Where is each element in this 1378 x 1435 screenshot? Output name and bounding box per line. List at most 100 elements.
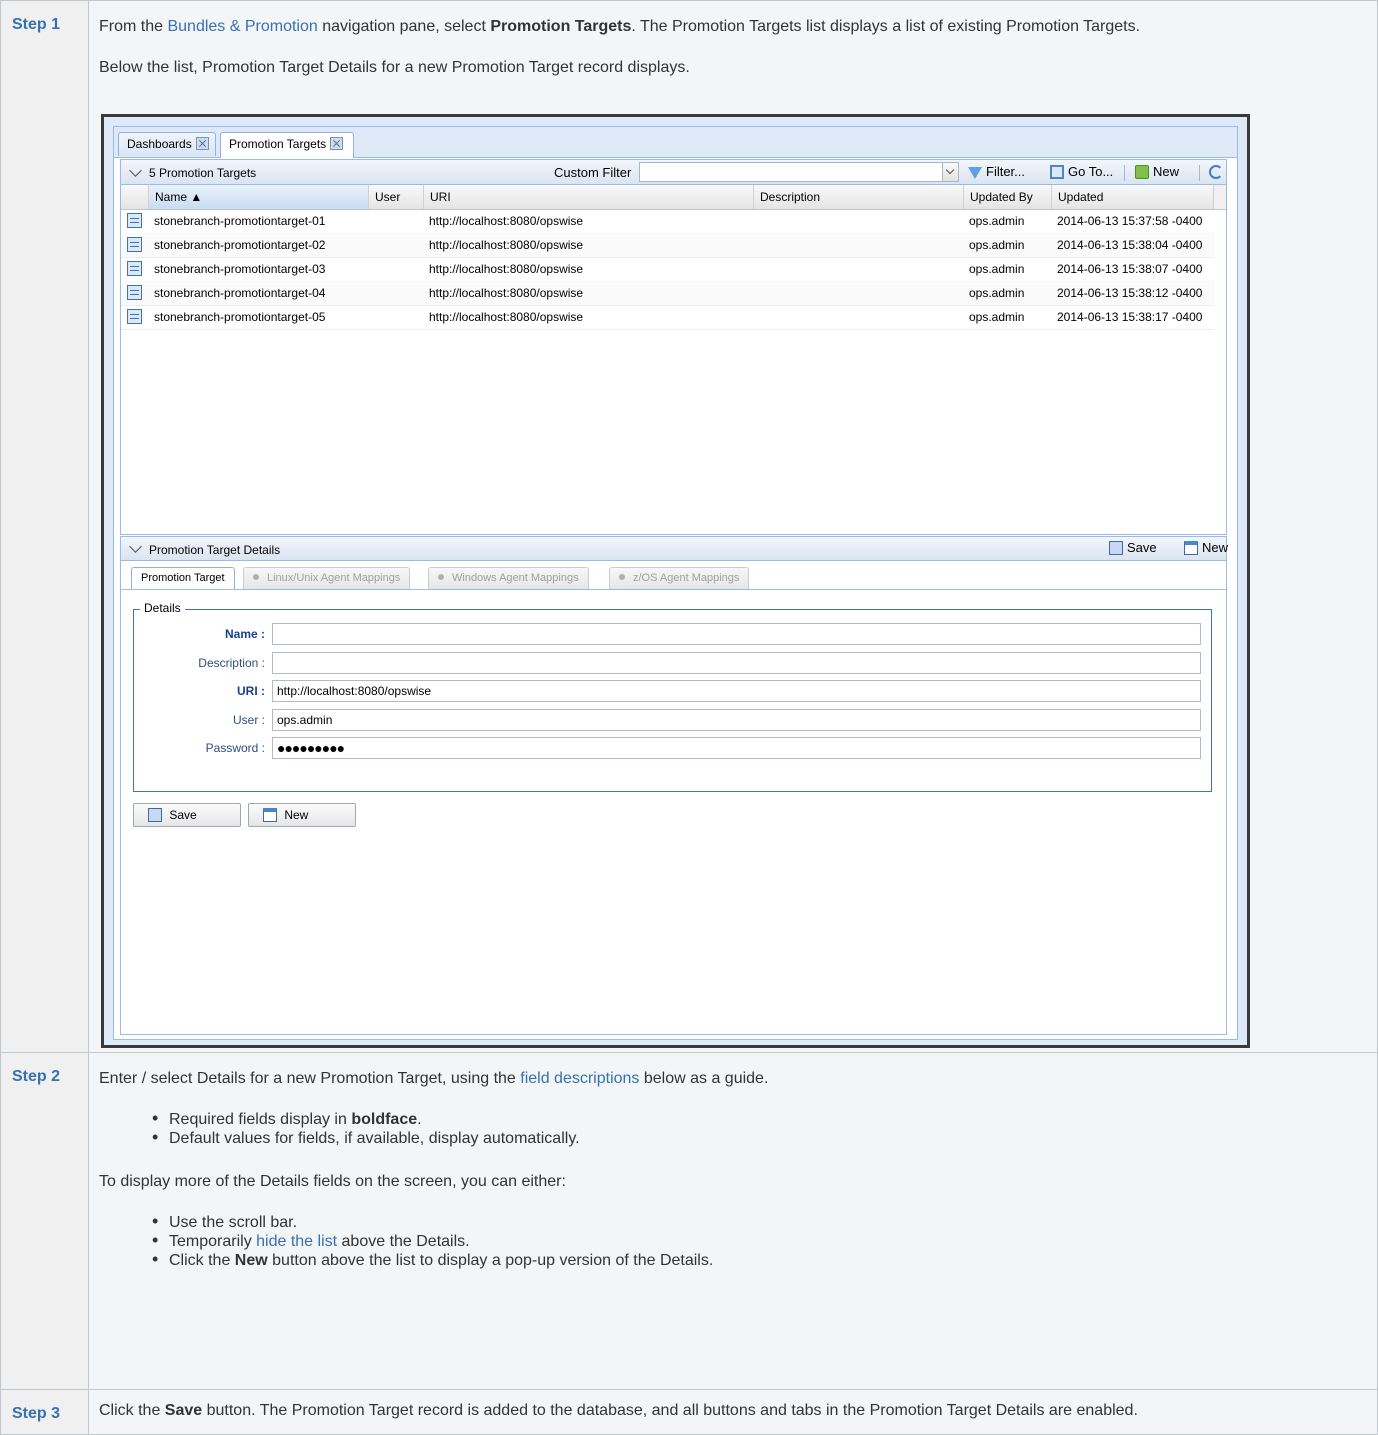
step-3-label: Step 3 <box>0 1389 89 1435</box>
tab-windows-agent-mappings[interactable]: Windows Agent Mappings <box>428 567 589 589</box>
new-window-icon <box>263 808 277 822</box>
filter-button[interactable]: Filter... <box>968 164 1025 179</box>
table-row[interactable]: stonebranch-promotiontarget-04 http://loc… <box>121 281 1214 306</box>
table-row[interactable]: stonebranch-promotiontarget-05 http://loc… <box>121 305 1214 330</box>
table-row[interactable]: stonebranch-promotiontarget-01 http://loc… <box>121 209 1214 234</box>
toolbar-separator <box>1199 165 1200 181</box>
details-new-button[interactable]: New <box>1184 540 1228 555</box>
cell-updated: 2014-06-13 15:37:58 -0400 <box>1057 214 1203 228</box>
step-1-note: Below the list, Promotion Target Details… <box>99 59 690 76</box>
user-field[interactable]: ops.admin <box>272 709 1201 731</box>
table-row[interactable]: stonebranch-promotiontarget-02 http://loc… <box>121 233 1214 258</box>
field-descriptions-link[interactable]: field descriptions <box>520 1070 639 1087</box>
cell-name: stonebranch-promotiontarget-02 <box>154 238 326 252</box>
name-field[interactable] <box>272 623 1201 645</box>
cell-uri: http://localhost:8080/opswise <box>429 262 584 276</box>
cell-updated: 2014-06-13 15:38:07 -0400 <box>1057 262 1203 276</box>
cell-uri: http://localhost:8080/opswise <box>429 214 584 228</box>
tab-linux-unix-agent-mappings[interactable]: Linux/Unix Agent Mappings <box>243 567 411 589</box>
filter-label: Filter... <box>986 164 1026 179</box>
save-button[interactable]: Save <box>133 803 241 827</box>
uri-field[interactable]: http://localhost:8080/opswise <box>272 680 1201 702</box>
step-1-text: From the Bundles & Promotion navigation … <box>99 18 1141 35</box>
cell-updated-by: ops.admin <box>969 238 1025 252</box>
sort-ascending-icon: ▲ <box>190 190 203 204</box>
step-1-label: Step 1 <box>0 0 89 1053</box>
record-icon <box>127 309 142 324</box>
new-label: New <box>284 808 309 822</box>
custom-filter-dropdown-button[interactable] <box>942 162 959 182</box>
step-3-body: Click the Save button. The Promotion Tar… <box>88 1389 1378 1435</box>
save-label: Save <box>169 808 197 822</box>
list-item: Temporarily hide the list above the Deta… <box>152 1231 1377 1251</box>
list-title: 5 Promotion Targets <box>149 166 257 180</box>
details-save-button[interactable]: Save <box>1109 540 1157 555</box>
new-label: New <box>1153 164 1180 179</box>
cell-name: stonebranch-promotiontarget-03 <box>154 262 326 276</box>
refresh-icon <box>1209 165 1223 179</box>
details-legend: Details <box>140 601 185 615</box>
record-icon <box>127 213 142 228</box>
new-icon <box>1135 165 1149 179</box>
custom-filter-select[interactable] <box>639 162 959 182</box>
collapse-chevron-icon[interactable] <box>129 164 142 177</box>
column-header-user[interactable]: User <box>368 185 423 209</box>
cell-updated-by: ops.admin <box>969 214 1025 228</box>
new-form-button[interactable]: New <box>248 803 356 827</box>
goto-icon <box>1050 165 1064 179</box>
list-item: Use the scroll bar. <box>152 1212 1377 1232</box>
tab-zos-agent-mappings[interactable]: z/OS Agent Mappings <box>609 567 750 589</box>
record-icon <box>127 237 142 252</box>
app-screenshot: Dashboards Promotion Targets 5 Promotion… <box>101 114 1250 1048</box>
hide-the-list-link[interactable]: hide the list <box>256 1233 337 1250</box>
tab-dashboards[interactable]: Dashboards <box>118 132 216 156</box>
promotion-targets-grid: Name ▲ User URI Description Updated By U… <box>120 185 1227 535</box>
list-item: Click the New button above the list to d… <box>152 1250 1377 1270</box>
save-icon <box>148 808 162 822</box>
new-window-icon <box>1184 541 1198 555</box>
status-dot-icon <box>438 574 444 580</box>
tab-label: Linux/Unix Agent Mappings <box>267 572 401 584</box>
tab-label: Dashboards <box>127 137 192 151</box>
password-field[interactable]: ●●●●●●●●● <box>272 737 1201 759</box>
description-field[interactable] <box>272 652 1201 674</box>
table-row[interactable]: stonebranch-promotiontarget-03 http://loc… <box>121 257 1214 282</box>
column-header-uri[interactable]: URI <box>423 185 753 209</box>
details-fieldset: Details Name : Description : URI : http:… <box>133 601 1212 792</box>
tab-label: Windows Agent Mappings <box>452 572 579 584</box>
description-label: Description : <box>198 656 265 670</box>
collapse-chevron-icon[interactable] <box>129 540 142 553</box>
save-icon <box>1109 541 1123 555</box>
column-header-description[interactable]: Description <box>753 185 963 209</box>
close-icon[interactable] <box>195 137 209 150</box>
tab-promotion-targets[interactable]: Promotion Targets <box>220 132 354 158</box>
goto-button[interactable]: Go To... <box>1050 164 1113 179</box>
scrollbar[interactable] <box>1213 185 1226 209</box>
toolbar-separator <box>1124 165 1125 181</box>
list-header: 5 Promotion Targets Custom Filter Filter… <box>120 159 1227 185</box>
status-dot-icon <box>253 574 259 580</box>
tab-promotion-target[interactable]: Promotion Target <box>131 567 235 590</box>
record-icon <box>127 285 142 300</box>
column-label: Name <box>155 190 188 204</box>
tab-label: Promotion Targets <box>229 137 327 151</box>
name-label: Name : <box>224 627 265 641</box>
refresh-button[interactable] <box>1209 164 1227 179</box>
column-header-updated-by[interactable]: Updated By <box>963 185 1051 209</box>
cell-updated-by: ops.admin <box>969 310 1025 324</box>
column-header-name[interactable]: Name ▲ <box>148 185 368 209</box>
tab-label: z/OS Agent Mappings <box>633 572 740 584</box>
list-item: Default values for fields, if available,… <box>152 1128 1377 1148</box>
bundles-promotion-link[interactable]: Bundles & Promotion <box>167 18 317 35</box>
cell-updated: 2014-06-13 15:38:04 -0400 <box>1057 238 1203 252</box>
column-header-updated[interactable]: Updated <box>1051 185 1214 209</box>
details-title: Promotion Target Details <box>149 543 281 557</box>
list-item: Required fields display in boldface. <box>152 1109 1377 1129</box>
step-2-options: Use the scroll bar. Temporarily hide the… <box>99 1212 1377 1270</box>
details-tabs: Promotion Target Linux/Unix Agent Mappin… <box>120 561 1227 590</box>
new-button[interactable]: New <box>1135 164 1179 179</box>
cell-updated: 2014-06-13 15:38:17 -0400 <box>1057 310 1203 324</box>
close-icon[interactable] <box>330 137 344 150</box>
cell-name: stonebranch-promotiontarget-05 <box>154 310 326 324</box>
app-window: Dashboards Promotion Targets 5 Promotion… <box>113 126 1238 1040</box>
